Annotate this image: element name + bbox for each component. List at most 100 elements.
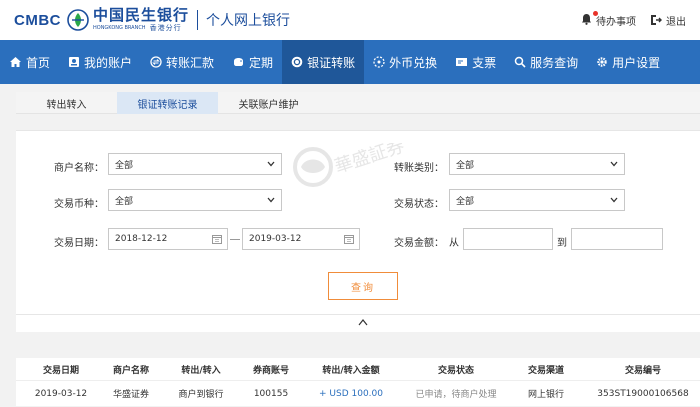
date-to-value: 2019-03-12 — [249, 234, 302, 244]
cell-direction: 商户到银行 — [178, 390, 224, 400]
amount-from-label: 从 — [449, 238, 459, 249]
logo-text: CMBC — [14, 11, 61, 29]
column-header: 转出/转入 — [181, 365, 221, 376]
gear-icon — [597, 57, 607, 67]
column-header: 交易渠道 — [527, 365, 564, 376]
transfer-type-select[interactable]: 全部 — [449, 153, 625, 175]
logout-link[interactable]: 退出 — [650, 13, 686, 28]
tab-transfer-records[interactable]: 银证转账记录 — [117, 92, 218, 114]
table-header: 交易日期 商户名称 转出/转入 券商账号 转出/转入金额 交易状态 交易渠道 交… — [16, 358, 700, 380]
chevron-down-icon — [267, 197, 275, 203]
bank-logo[interactable]: CMBC 中国民生银行 HONGKONG BRANCH 香港分行 个人网上银行 — [14, 6, 290, 34]
transfer-type-label: 转账类别： — [394, 163, 444, 174]
column-header: 交易日期 — [42, 365, 79, 376]
nav-item-securities-transfer[interactable]: 银证转账 — [282, 40, 365, 84]
cheque-icon — [456, 58, 468, 66]
nav-label: 用户设置 — [612, 55, 661, 70]
merchant-value: 全部 — [115, 160, 134, 171]
date-to-input[interactable]: 2019-03-12 — [242, 228, 360, 250]
transfer-type-value: 全部 — [456, 160, 475, 171]
nav-label: 首页 — [26, 55, 51, 70]
logout-icon — [651, 15, 662, 25]
transfer-icon — [150, 56, 162, 68]
chevron-down-icon — [267, 161, 275, 167]
logout-label: 退出 — [666, 16, 686, 28]
cell-broker-account: 100155 — [253, 388, 289, 399]
nav-label: 转账汇款 — [166, 55, 215, 70]
nav-label: 银证转账 — [307, 55, 356, 70]
amount-to-label: 到 — [557, 238, 567, 249]
search-icon — [514, 56, 526, 68]
bank-emblem-icon — [67, 9, 89, 31]
currency-label: 交易币种： — [54, 199, 104, 210]
nav-label: 外币兑换 — [389, 55, 438, 70]
deposit-icon — [234, 58, 244, 66]
nav-label: 定期 — [249, 55, 274, 70]
status-label: 交易状态： — [394, 199, 444, 210]
nav-item-transfer[interactable]: 转账汇款 — [141, 40, 223, 84]
bank-names: 中国民生银行 HONGKONG BRANCH 香港分行 — [93, 8, 189, 32]
merchant-label: 商户名称： — [54, 163, 104, 174]
date-label: 交易日期： — [54, 238, 104, 249]
column-header: 交易状态 — [437, 365, 474, 376]
records-table: 交易日期 商户名称 转出/转入 券商账号 转出/转入金额 交易状态 交易渠道 交… — [16, 358, 700, 406]
nav-item-exchange[interactable]: 外币兑换 — [364, 40, 446, 84]
header-actions: 待办事项 退出 — [581, 0, 700, 40]
cell-date: 2019-03-12 — [34, 388, 88, 399]
nav-item-service-query[interactable]: 服务查询 — [505, 40, 587, 84]
query-form: 華盛証券 商户名称： 全部 转账类别： 全部 交易币种： 全部 交易状态： 全部… — [16, 130, 700, 315]
cell-channel: 网上银行 — [527, 390, 564, 400]
bank-name-en: HONGKONG BRANCH — [93, 25, 146, 31]
nav-item-deposit[interactable]: 定期 — [223, 40, 282, 84]
account-icon — [69, 57, 80, 67]
amount-to-input[interactable] — [571, 228, 663, 250]
amount-from-input[interactable] — [463, 228, 553, 250]
cell-merchant: 华盛证券 — [112, 390, 149, 400]
currency-value: 全部 — [115, 196, 134, 207]
query-button[interactable]: 查询 — [328, 272, 398, 300]
exchange-icon — [373, 56, 385, 68]
bank-name-cn: 中国民生银行 — [93, 6, 190, 24]
date-range-dash — [230, 239, 240, 240]
bank-name-hk: 香港分行 — [149, 24, 182, 32]
main-nav: 首页 我的账户 转账汇款 定期 银证转账 外币兑换 支票 服务查询 用户设置 — [0, 40, 700, 84]
chevron-up-icon — [358, 319, 368, 326]
currency-select[interactable]: 全部 — [108, 189, 282, 211]
table-row[interactable]: 2019-03-12 华盛证券 商户到银行 100155 + USD 100.0… — [16, 380, 700, 406]
calendar-icon — [212, 235, 222, 244]
cell-transaction-id: 353ST19000106568 — [597, 388, 689, 399]
merchant-select[interactable]: 全部 — [108, 153, 282, 175]
securities-transfer-icon — [291, 56, 303, 68]
nav-label: 我的账户 — [84, 55, 133, 70]
logo-divider — [197, 10, 199, 30]
tab-transfer-in-out[interactable]: 转出转入 — [16, 92, 117, 114]
status-select[interactable]: 全部 — [449, 189, 625, 211]
nav-item-my-account[interactable]: 我的账户 — [59, 40, 141, 84]
tab-linked-accounts[interactable]: 关联账户维护 — [218, 92, 319, 114]
header: CMBC 中国民生银行 HONGKONG BRANCH 香港分行 个人网上银行 — [0, 0, 700, 40]
column-header: 商户名称 — [112, 365, 149, 376]
nav-label: 支票 — [472, 55, 497, 70]
app-title: 个人网上银行 — [206, 13, 291, 29]
cell-status: 已申请，待商户处理 — [415, 390, 497, 400]
chevron-down-icon — [610, 197, 618, 203]
column-header: 交易编号 — [624, 365, 661, 376]
home-icon — [10, 57, 21, 67]
column-header: 券商账号 — [252, 365, 289, 376]
column-header: 转出/转入金额 — [322, 365, 380, 376]
collapse-bar[interactable] — [16, 314, 700, 332]
date-from-value: 2018-12-12 — [115, 234, 168, 244]
nav-item-user-settings[interactable]: 用户设置 — [587, 40, 669, 84]
todo-link[interactable]: 待办事项 — [581, 10, 636, 28]
calendar-icon — [344, 235, 354, 244]
todo-label: 待办事项 — [596, 16, 636, 28]
nav-item-home[interactable]: 首页 — [0, 40, 59, 84]
page: CMBC 中国民生银行 HONGKONG BRANCH 香港分行 个人网上银行 — [0, 0, 700, 407]
status-value: 全部 — [456, 196, 475, 207]
sub-tabs: 转出转入 银证转账记录 关联账户维护 — [16, 92, 700, 114]
amount-label: 交易金额： — [394, 238, 444, 249]
date-from-input[interactable]: 2018-12-12 — [108, 228, 228, 250]
chevron-down-icon — [610, 161, 618, 167]
nav-item-cheque[interactable]: 支票 — [446, 40, 505, 84]
cell-amount: + USD 100.00 — [319, 388, 383, 399]
